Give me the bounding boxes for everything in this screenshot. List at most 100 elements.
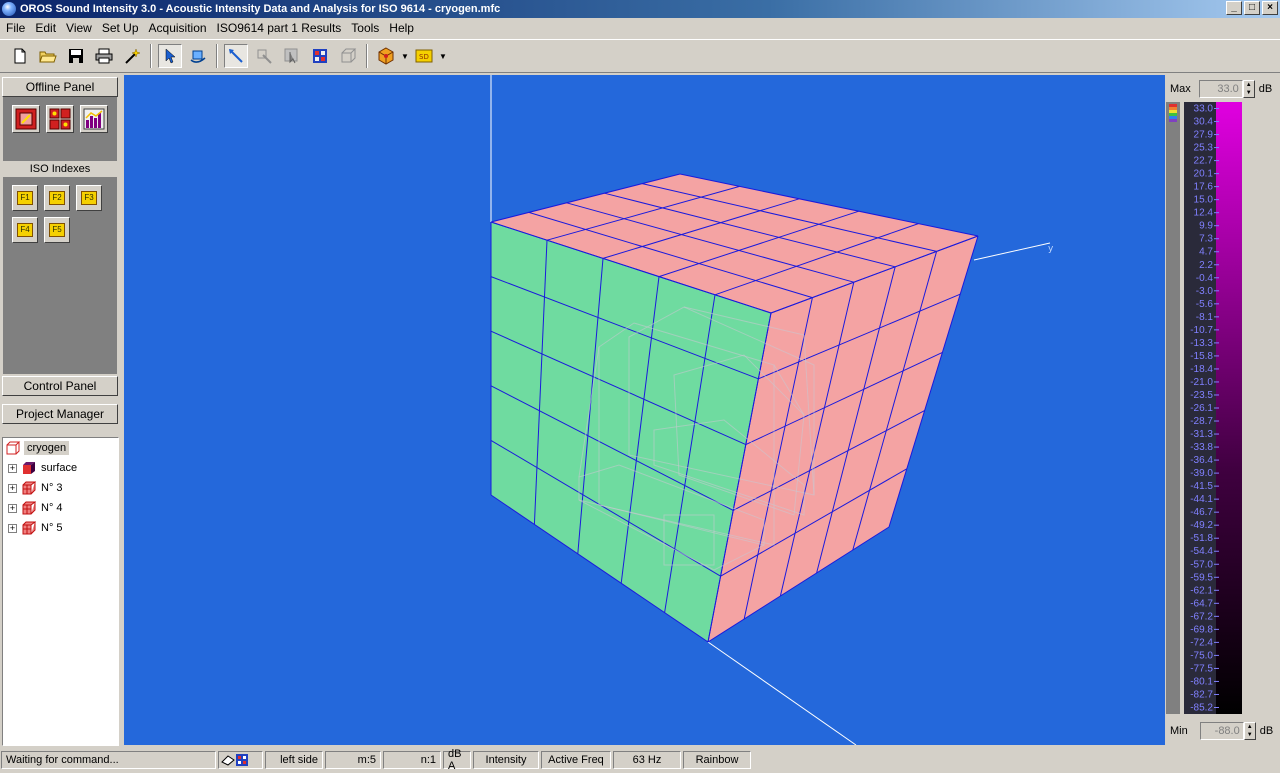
scale-gradient xyxy=(1216,102,1242,714)
expand-icon[interactable]: + xyxy=(8,463,17,473)
single-grid-tool-icon[interactable] xyxy=(12,105,40,133)
max-value-input[interactable]: 33.0 xyxy=(1198,80,1243,98)
grid-colour-icon xyxy=(236,754,248,766)
print-icon[interactable] xyxy=(92,44,116,68)
iso-f5-button[interactable]: F5 xyxy=(44,217,70,243)
menu-edit[interactable]: Edit xyxy=(31,21,62,35)
menu-file[interactable]: File xyxy=(2,21,31,35)
sd-display-dropdown[interactable]: ▼ xyxy=(438,52,448,61)
sd-display-icon[interactable]: SD xyxy=(412,44,436,68)
scale-tick-label: -10.7 xyxy=(1190,325,1213,336)
min-unit: dB xyxy=(1259,725,1274,737)
max-label: Max xyxy=(1170,83,1191,95)
multi-grid-tool-icon[interactable] xyxy=(46,105,74,133)
toolbar-separator xyxy=(150,44,152,68)
3d-scene[interactable]: y xyxy=(124,75,1165,745)
status-side: left side xyxy=(265,751,323,769)
probe-pointer-icon[interactable] xyxy=(224,44,248,68)
close-button[interactable]: × xyxy=(1262,1,1278,15)
minimize-button[interactable]: _ xyxy=(1226,1,1242,15)
status-frequency: 63 Hz xyxy=(613,751,681,769)
spectrum-tool-icon[interactable] xyxy=(80,105,108,133)
tree-item-n5[interactable]: + N° 5 xyxy=(3,518,118,538)
status-bar: Waiting for command... left side m:5 n:1… xyxy=(0,748,1280,772)
scale-tick-label: -54.4 xyxy=(1190,546,1213,557)
toolbar-separator xyxy=(216,44,218,68)
box-colour-icon[interactable] xyxy=(374,44,398,68)
palette-swatch xyxy=(1169,119,1177,122)
scale-tick-label: -21.0 xyxy=(1190,377,1213,388)
scale-tick-label: 20.1 xyxy=(1194,169,1214,180)
expand-icon[interactable]: + xyxy=(8,483,17,493)
scale-tick-label: 9.9 xyxy=(1199,221,1213,232)
grid-colour-icon[interactable] xyxy=(308,44,332,68)
iso-f1-button[interactable]: F1 xyxy=(12,185,38,211)
scale-tick-label: -75.0 xyxy=(1190,650,1213,661)
offline-panel-tools xyxy=(3,97,117,161)
open-folder-icon[interactable] xyxy=(36,44,60,68)
max-row: Max 33.0 ▲ ▼ dB xyxy=(1170,78,1276,100)
scale-tick-label: -41.5 xyxy=(1190,481,1213,492)
scale-tick-label: -59.5 xyxy=(1190,572,1213,583)
move-disabled-icon[interactable] xyxy=(252,44,276,68)
save-icon[interactable] xyxy=(64,44,88,68)
palette-swatch xyxy=(1169,104,1177,107)
menu-view[interactable]: View xyxy=(62,21,98,35)
project-manager-header[interactable]: Project Manager xyxy=(2,404,118,424)
box-colour-dropdown[interactable]: ▼ xyxy=(400,52,410,61)
offline-panel-header[interactable]: Offline Panel xyxy=(2,77,118,97)
control-panel-header[interactable]: Control Panel xyxy=(2,376,118,396)
max-spinner[interactable]: ▲ ▼ xyxy=(1242,80,1255,98)
scale-tick-label: -69.8 xyxy=(1190,624,1213,635)
scale-tick-label: 7.3 xyxy=(1199,234,1213,245)
iso-f2-button[interactable]: F2 xyxy=(44,185,70,211)
tree-item-surface[interactable]: + surface xyxy=(3,458,118,478)
3d-viewport[interactable]: y xyxy=(124,75,1165,745)
select-arrow-icon[interactable] xyxy=(158,44,182,68)
scale-tick-label: 4.7 xyxy=(1199,247,1213,258)
iso-f3-button[interactable]: F3 xyxy=(76,185,102,211)
new-file-icon[interactable] xyxy=(8,44,32,68)
palette-swatch xyxy=(1169,113,1177,116)
scale-tick-label: 2.2 xyxy=(1199,260,1213,271)
scale-gutter xyxy=(1166,102,1180,714)
rotate-view-icon[interactable] xyxy=(186,44,210,68)
scale-tick-label: -51.8 xyxy=(1190,533,1213,544)
scale-tick-label: -82.7 xyxy=(1190,689,1213,700)
expand-icon[interactable]: + xyxy=(8,503,17,513)
min-value-input[interactable]: -88.0 xyxy=(1199,722,1244,740)
menu-acquisition[interactable]: Acquisition xyxy=(145,21,213,35)
scale-tick-label: -77.5 xyxy=(1190,663,1213,674)
expand-icon[interactable]: + xyxy=(8,523,17,533)
palette-swatch xyxy=(1169,107,1177,110)
scale-tick-label: -28.7 xyxy=(1190,416,1213,427)
grid-cube-icon xyxy=(22,481,36,495)
magic-wand-icon[interactable] xyxy=(120,44,144,68)
iso-f4-button[interactable]: F4 xyxy=(12,217,38,243)
menu-help[interactable]: Help xyxy=(385,21,420,35)
menu-setup[interactable]: Set Up xyxy=(98,21,145,35)
status-quantity: Intensity xyxy=(473,751,539,769)
tree-item-n4[interactable]: + N° 4 xyxy=(3,498,118,518)
tree-root-label: cryogen xyxy=(24,441,70,455)
tree-item-n3[interactable]: + N° 3 xyxy=(3,478,118,498)
tree-item-label: N° 5 xyxy=(41,522,63,534)
min-spinner[interactable]: ▲ ▼ xyxy=(1243,722,1256,740)
scale-tick-label: 12.4 xyxy=(1194,208,1214,219)
menu-bar: File Edit View Set Up Acquisition ISO961… xyxy=(0,18,1280,37)
scale-tick-label: -31.3 xyxy=(1190,429,1213,440)
tree-item-cryogen[interactable]: cryogen xyxy=(3,438,118,458)
grid-cube-icon xyxy=(22,521,36,535)
scale-tick-label: -64.7 xyxy=(1190,598,1213,609)
maximize-button[interactable]: □ xyxy=(1244,1,1260,15)
cursor-disabled-icon[interactable] xyxy=(280,44,304,68)
axis-y xyxy=(973,242,1051,261)
menu-iso-results[interactable]: ISO9614 part 1 Results xyxy=(213,21,348,35)
surface-cube-icon xyxy=(23,462,35,474)
scale-tick-label: -44.1 xyxy=(1190,494,1213,505)
status-weighting: dB A xyxy=(443,748,471,772)
iso-f3-label: F3 xyxy=(81,191,97,205)
cube-outline-icon[interactable] xyxy=(336,44,360,68)
scale-tick-label: -8.1 xyxy=(1196,312,1214,323)
menu-tools[interactable]: Tools xyxy=(347,21,385,35)
